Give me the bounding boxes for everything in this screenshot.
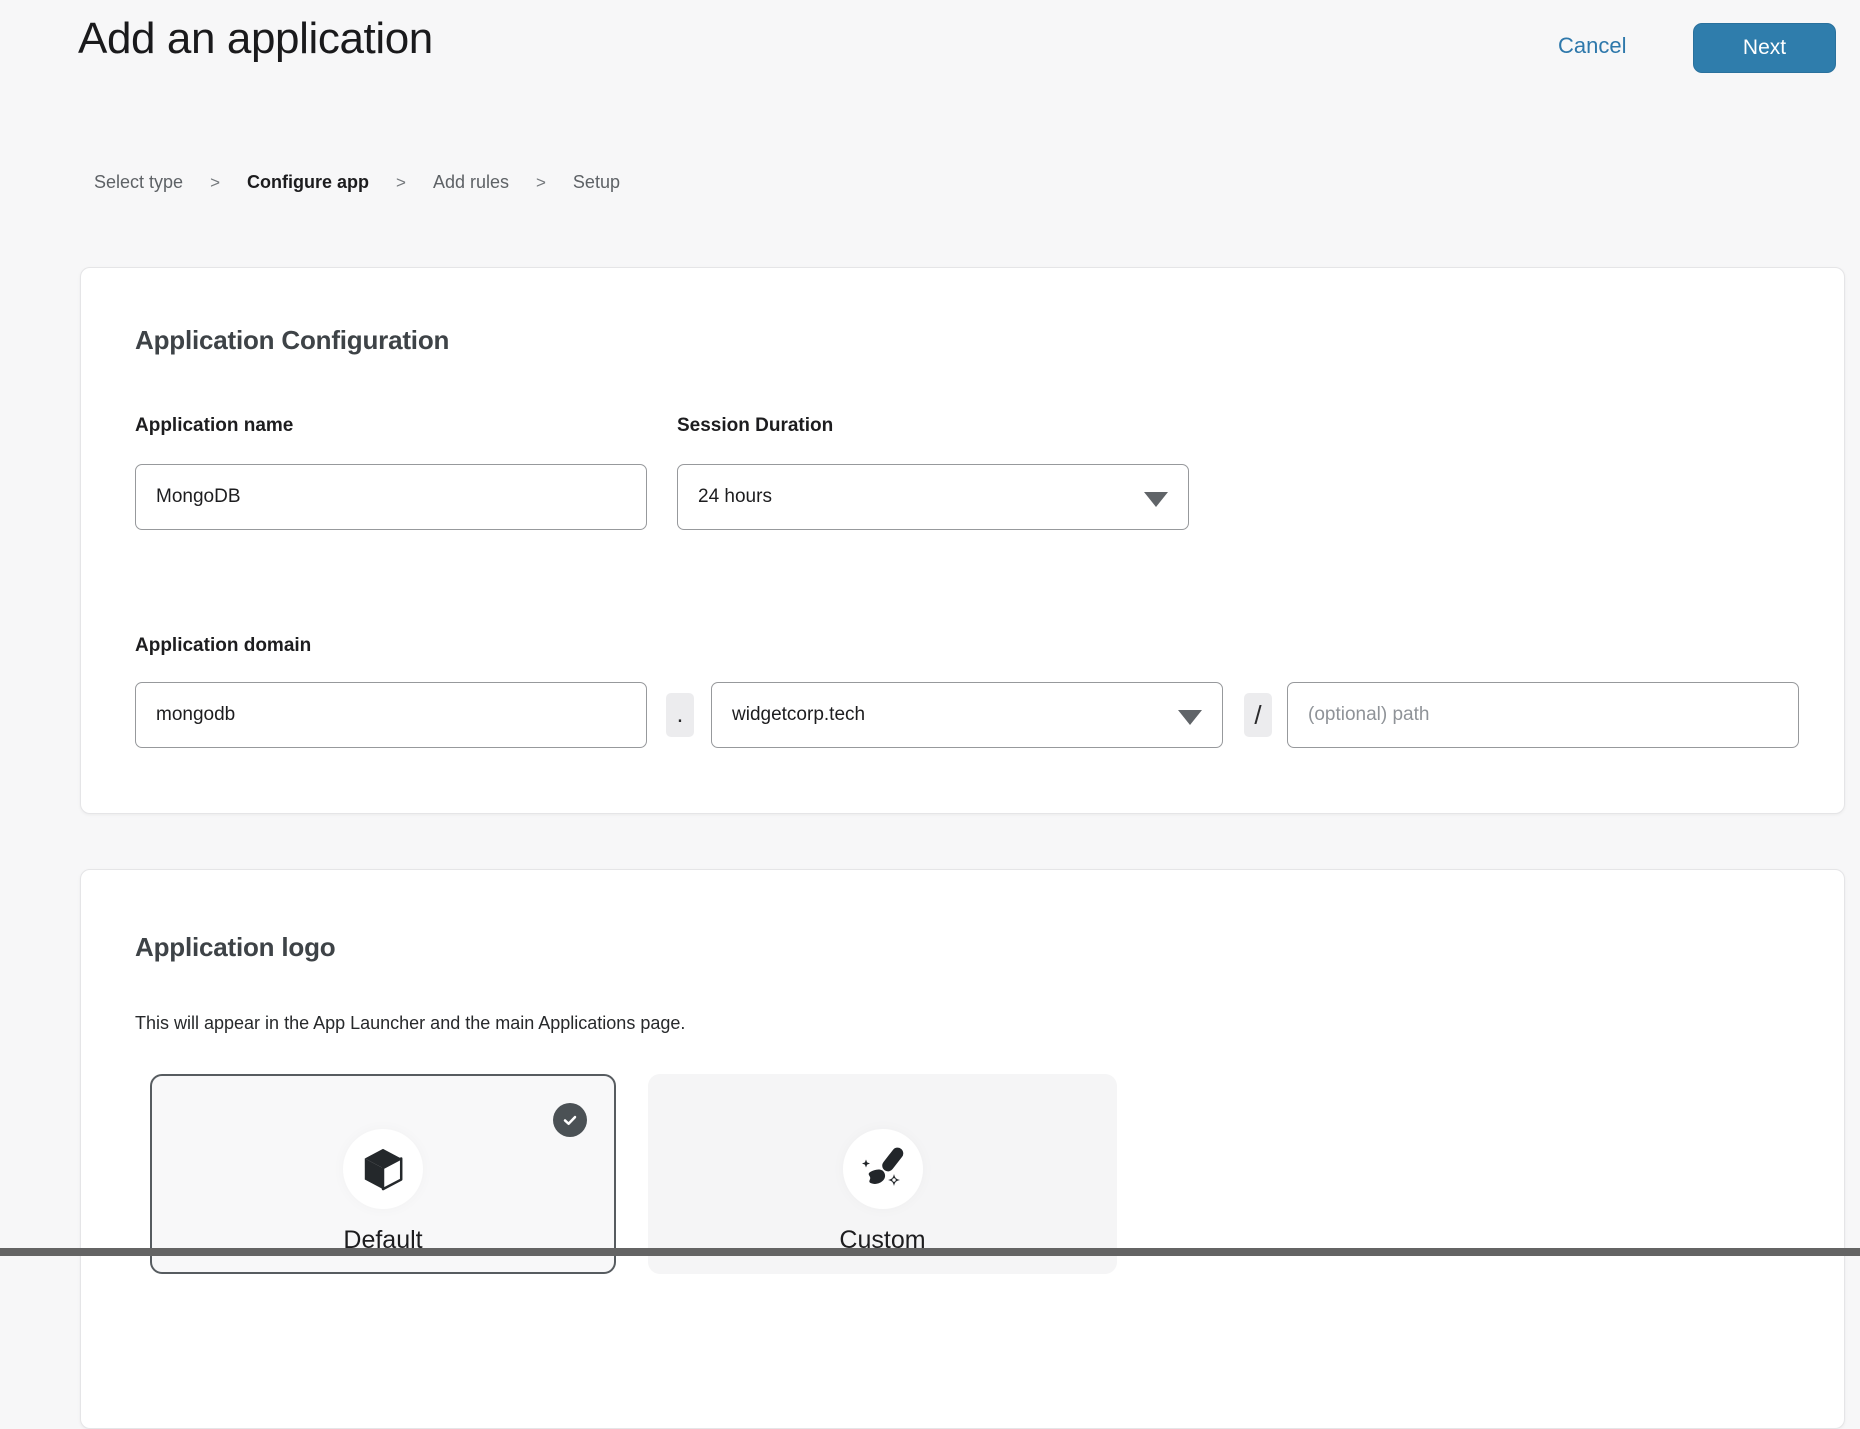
logo-description: This will appear in the App Launcher and…	[135, 1013, 685, 1034]
logo-heading: Application logo	[135, 932, 335, 963]
chevron-separator: >	[396, 173, 406, 193]
breadcrumb-step-setup[interactable]: Setup	[573, 172, 620, 193]
chevron-separator: >	[536, 173, 546, 193]
breadcrumb: Select type > Configure app > Add rules …	[94, 172, 620, 193]
check-icon	[553, 1103, 587, 1137]
caret-down-icon	[1178, 710, 1202, 725]
configuration-heading: Application Configuration	[135, 325, 449, 356]
cancel-button[interactable]: Cancel	[1558, 33, 1626, 59]
paintbrush-icon	[859, 1145, 907, 1193]
session-duration-label: Session Duration	[677, 415, 833, 437]
next-button[interactable]: Next	[1693, 23, 1836, 73]
path-input[interactable]	[1287, 682, 1799, 748]
slash-separator: /	[1244, 693, 1272, 737]
application-configuration-card: Application Configuration Application na…	[80, 267, 1845, 814]
breadcrumb-step-select-type[interactable]: Select type	[94, 172, 183, 193]
logo-circle	[343, 1129, 423, 1209]
cube-icon	[360, 1146, 406, 1192]
application-domain-label: Application domain	[135, 635, 311, 657]
session-duration-value: 24 hours	[698, 486, 772, 508]
page-title: Add an application	[78, 14, 433, 64]
domain-select[interactable]: widgetcorp.tech	[711, 682, 1223, 748]
subdomain-input[interactable]	[135, 682, 647, 748]
logo-option-default[interactable]: Default	[150, 1074, 616, 1274]
window-bottom-edge	[0, 1248, 1860, 1256]
session-duration-select[interactable]: 24 hours	[677, 464, 1189, 530]
dot-separator: .	[666, 693, 694, 737]
chevron-separator: >	[210, 173, 220, 193]
caret-down-icon	[1144, 492, 1168, 507]
logo-options: Default Custom	[150, 1074, 1117, 1274]
application-logo-card: Application logo This will appear in the…	[80, 869, 1845, 1429]
application-name-label: Application name	[135, 415, 293, 437]
breadcrumb-step-configure-app[interactable]: Configure app	[247, 172, 369, 193]
application-name-input[interactable]	[135, 464, 647, 530]
breadcrumb-step-add-rules[interactable]: Add rules	[433, 172, 509, 193]
logo-option-custom[interactable]: Custom	[648, 1074, 1117, 1274]
domain-select-value: widgetcorp.tech	[732, 704, 865, 726]
logo-circle	[843, 1129, 923, 1209]
